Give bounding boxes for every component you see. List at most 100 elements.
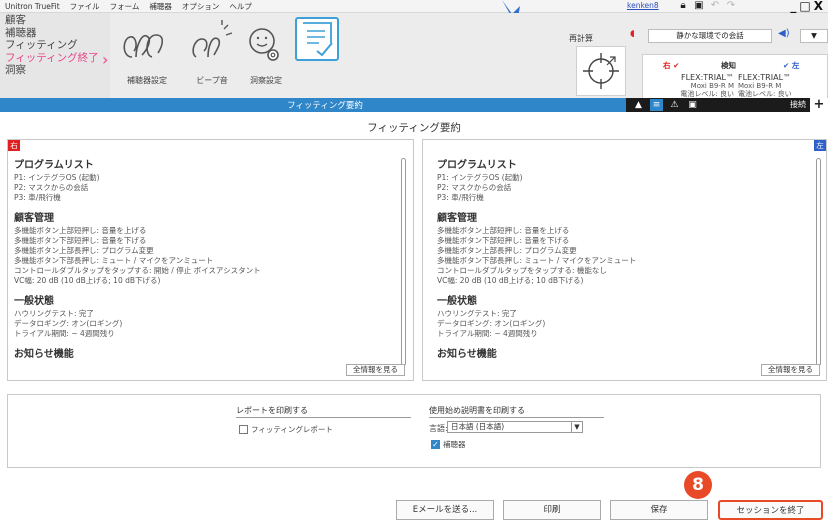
print-button[interactable]: 印刷 bbox=[503, 500, 601, 520]
divider bbox=[236, 417, 411, 418]
right-ear-summary-panel: 右 プログラムリスト P1: インテグラOS (起動) P2: マスクからの会話… bbox=[7, 139, 414, 381]
language-select[interactable]: 日本語 (日本語) ▼ bbox=[447, 421, 583, 433]
checklist-icon bbox=[303, 22, 333, 57]
smiley-gear-icon bbox=[249, 28, 279, 61]
list-item: 多機能ボタン下部長押し: ミュート / マイクをアンミュート bbox=[437, 256, 637, 265]
hearing-aid-beep-icon bbox=[192, 20, 233, 58]
recalc-label[interactable]: 再計算 bbox=[569, 33, 593, 44]
save-button[interactable]: 保存 bbox=[610, 500, 708, 520]
right-panel-scrollbar[interactable] bbox=[401, 158, 406, 366]
tool-hearing-aid-settings[interactable]: 補聴器設定 bbox=[112, 17, 182, 87]
step-client[interactable]: 顧客 bbox=[0, 14, 110, 27]
list-item: ハウリングテスト: 完了 bbox=[14, 309, 94, 318]
program-list-title: プログラムリスト bbox=[437, 160, 517, 171]
hearing-aid-checkbox[interactable]: ✓ bbox=[431, 440, 440, 449]
notification-title: お知らせ機能 bbox=[14, 349, 74, 360]
list-item: 多機能ボタン下部短押し: 音量を下げる bbox=[14, 236, 147, 245]
left-device-battery: 電池レベル: 良い bbox=[738, 90, 792, 98]
right-ear-summary-content[interactable]: プログラムリスト P1: インテグラOS (起動) P2: マスクからの会話 P… bbox=[14, 156, 394, 364]
chevron-right-icon: › bbox=[102, 50, 109, 69]
right-mute-icon[interactable]: ◖ bbox=[630, 29, 642, 41]
list-item: P1: インテグラOS (起動) bbox=[14, 173, 100, 182]
app-name: Unitron TrueFit bbox=[5, 1, 60, 11]
tool-label-insight-settings: 洞察設定 bbox=[250, 76, 282, 85]
save-icon[interactable]: ▣ bbox=[692, 0, 706, 13]
list-item: P1: インテグラOS (起動) bbox=[437, 173, 523, 182]
step-hearing-aid[interactable]: 補聴器 bbox=[0, 27, 110, 40]
workflow-header: 顧客 補聴器 フィッティング フィッティング終了 洞察 › 補聴器設定 ビープ音… bbox=[0, 13, 828, 110]
list-item: ハウリングテスト: 完了 bbox=[437, 309, 517, 318]
connect-label[interactable]: 接続 bbox=[790, 99, 806, 110]
crosshair-icon bbox=[583, 53, 619, 89]
fitting-report-checkbox[interactable] bbox=[239, 425, 248, 434]
general-status-title: 一般状態 bbox=[14, 296, 54, 307]
list-item: データロギング: オン(ロギング) bbox=[14, 319, 123, 328]
environment-selector[interactable]: 静かな環境での会話 bbox=[648, 29, 772, 43]
person-icon[interactable]: ▲ bbox=[632, 99, 645, 111]
print-manual-title: 使用始め説明書を印刷する bbox=[429, 406, 525, 415]
list-item: データロギング: オン(ロギング) bbox=[437, 319, 546, 328]
left-volume-icon[interactable]: ◀) bbox=[778, 28, 790, 39]
tool-label-hearing-aid-settings: 補聴器設定 bbox=[127, 76, 167, 85]
tool-label-beep: ビープ音 bbox=[196, 76, 228, 85]
step-fitting-finish[interactable]: フィッティング終了 bbox=[0, 52, 110, 65]
section-bar: フィッティング要約 ▲ ≡ ⚠ ▣ 接続 + bbox=[0, 98, 828, 112]
list-item: 多機能ボタン上部長押し: プログラム変更 bbox=[14, 246, 154, 255]
tool-fitting-summary[interactable] bbox=[295, 17, 339, 75]
right-ear-badge: 右 bbox=[8, 140, 20, 151]
window-controls[interactable]: _□X bbox=[790, 0, 826, 13]
right-show-all-button[interactable]: 全情報を見る bbox=[346, 364, 405, 376]
program-list-title: プログラムリスト bbox=[14, 160, 94, 171]
client-control-title: 顧客管理 bbox=[14, 213, 54, 224]
add-button[interactable]: + bbox=[810, 98, 828, 112]
print-report-title: レポートを印刷する bbox=[236, 406, 308, 415]
step-insight[interactable]: 洞察 bbox=[0, 64, 110, 77]
tool-beep[interactable]: ビープ音 bbox=[186, 17, 238, 87]
section-bar-title: フィッティング要約 bbox=[287, 101, 363, 111]
user-menu[interactable]: ▼ bbox=[800, 29, 828, 43]
menu-help[interactable]: ヘルプ bbox=[224, 1, 257, 12]
tool-selected-frame bbox=[295, 17, 339, 61]
lock-icon[interactable]: 🔒︎ bbox=[676, 0, 690, 13]
hearing-aid-pair-icon bbox=[123, 34, 164, 58]
menu-bar: Unitron TrueFit ファイル フォーム 補聴器 オプション ヘルプ … bbox=[0, 0, 828, 13]
left-device-info: FLEX:TRIAL™ Moxi B9-R M 電池レベル: 良い bbox=[738, 73, 802, 99]
list-item: 多機能ボタン下部短押し: 音量を下げる bbox=[437, 236, 570, 245]
menu-options[interactable]: オプション bbox=[177, 1, 225, 12]
detect-label[interactable]: 検知 bbox=[721, 60, 736, 71]
list-item: P3: 車/飛行機 bbox=[437, 193, 484, 202]
menu-form[interactable]: フォーム bbox=[105, 1, 145, 12]
warning-icon[interactable]: ⚠ bbox=[668, 99, 681, 111]
send-email-button[interactable]: Eメールを送る... bbox=[396, 500, 494, 520]
redo-icon[interactable]: ↷ bbox=[724, 0, 738, 13]
left-device-name: FLEX:TRIAL™ bbox=[738, 73, 792, 82]
chevron-down-icon: ▼ bbox=[571, 422, 582, 432]
list-icon[interactable]: ≡ bbox=[650, 99, 663, 111]
recalc-button[interactable] bbox=[576, 46, 626, 96]
language-select-value: 日本語 (日本語) bbox=[451, 422, 505, 431]
menu-hearing-aid[interactable]: 補聴器 bbox=[144, 1, 177, 12]
step-fitting[interactable]: フィッティング bbox=[0, 39, 110, 52]
general-status-title: 一般状態 bbox=[437, 296, 477, 307]
undo-icon[interactable]: ↶ bbox=[708, 0, 722, 13]
user-link[interactable]: kenken8 bbox=[627, 1, 659, 10]
left-device-model: Moxi B9-R M bbox=[738, 82, 782, 90]
chat-icon[interactable]: ▣ bbox=[686, 99, 699, 111]
menu-file[interactable]: ファイル bbox=[65, 1, 105, 12]
list-item: 多機能ボタン上部短押し: 音量を上げる bbox=[437, 226, 570, 235]
left-ear-badge: 左 bbox=[814, 140, 826, 151]
end-session-button[interactable]: セッションを終了 bbox=[718, 500, 823, 520]
workflow-steps: 顧客 補聴器 フィッティング フィッティング終了 洞察 bbox=[0, 13, 110, 98]
left-ear-summary-panel: 左 プログラムリスト P1: インテグラOS (起動) P2: マスクからの会話… bbox=[422, 139, 827, 381]
left-panel-scrollbar[interactable] bbox=[816, 158, 821, 366]
tool-insight-settings[interactable]: 洞察設定 bbox=[236, 17, 296, 87]
step-number-badge: 8 bbox=[684, 471, 712, 499]
list-item: トライアル期間: ~ 4週間残り bbox=[14, 329, 115, 338]
left-ear-summary-content[interactable]: プログラムリスト P1: インテグラOS (起動) P2: マスクからの会話 P… bbox=[437, 156, 817, 364]
list-item: トライアル期間: ~ 4週間残り bbox=[437, 329, 538, 338]
notification-title: お知らせ機能 bbox=[437, 349, 497, 360]
left-show-all-button[interactable]: 全情報を見る bbox=[761, 364, 820, 376]
hearing-aid-checkbox-label: 補聴器 bbox=[443, 440, 466, 449]
right-device-name: FLEX:TRIAL™ bbox=[680, 73, 734, 82]
page-title: フィッティング要約 bbox=[367, 122, 461, 134]
